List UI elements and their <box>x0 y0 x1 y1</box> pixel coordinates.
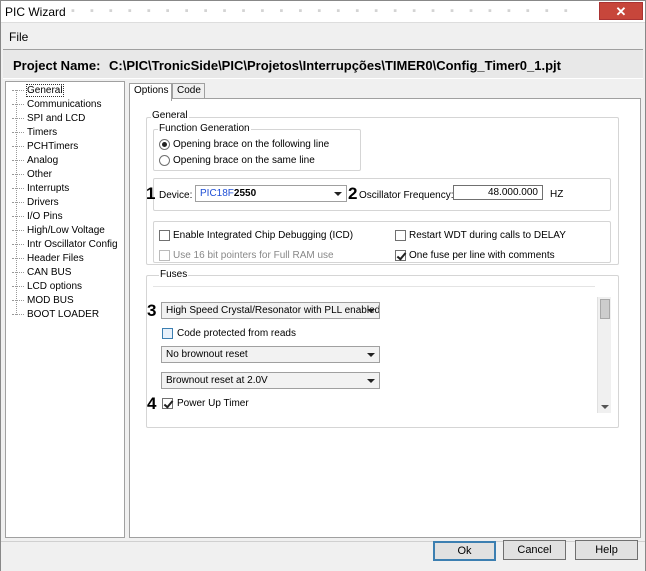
window-title: PIC Wizard <box>5 5 66 19</box>
oscillator-frequency-input[interactable]: 48.000.000 <box>453 185 543 200</box>
chevron-down-icon <box>367 379 375 383</box>
cancel-button[interactable]: Cancel <box>503 540 566 560</box>
project-path: C:\PIC\TronicSide\PIC\Projetos\Interrupç… <box>109 58 561 73</box>
ok-button[interactable]: Ok <box>433 541 496 561</box>
background-toolbar-ghost: ▪ ▪ ▪ ▪ ▪ ▪ ▪ ▪ ▪ ▪ ▪ ▪ ▪ ▪ ▪ ▪ ▪ ▪ ▪ ▪ … <box>71 5 571 17</box>
help-button[interactable]: Help <box>575 540 638 560</box>
function-generation-label: Function Generation <box>158 123 251 134</box>
device-label: Device: <box>159 190 193 201</box>
project-name-label: Project Name: <box>13 58 101 73</box>
tree-item-intr-oscillator-config[interactable]: Intr Oscillator Config <box>12 239 118 253</box>
tree-item-drivers[interactable]: Drivers <box>12 197 59 211</box>
tree-item-other[interactable]: Other <box>12 169 52 183</box>
scroll-thumb[interactable] <box>600 299 610 319</box>
tree-item-mod-bus[interactable]: MOD BUS <box>12 295 74 309</box>
tab-options[interactable]: Options <box>129 83 172 101</box>
tab-code[interactable]: Code <box>172 83 205 99</box>
tree-item-high-low-voltage[interactable]: High/Low Voltage <box>12 225 105 239</box>
close-button[interactable]: ✕ <box>599 2 643 20</box>
tree-item-spi-lcd[interactable]: SPI and LCD <box>12 113 85 127</box>
restart-wdt-checkbox[interactable] <box>395 230 406 241</box>
icd-checkbox-label: Enable Integrated Chip Debugging (ICD) <box>173 230 354 241</box>
radio-brace-same-line-label: Opening brace on the same line <box>173 155 315 166</box>
tree-item-general[interactable]: General <box>12 84 64 99</box>
marker-4: 4 <box>147 394 157 413</box>
tree-item-boot-loader[interactable]: BOOT LOADER <box>12 309 99 323</box>
brownout-select[interactable]: No brownout reset <box>161 346 380 363</box>
tree-item-analog[interactable]: Analog <box>12 155 58 169</box>
chevron-down-icon <box>334 192 342 196</box>
menu-bar: File <box>1 23 645 47</box>
tree-item-header-files[interactable]: Header Files <box>12 253 84 267</box>
tree-item-interrupts[interactable]: Interrupts <box>12 183 69 197</box>
project-name-bar: Project Name: C:\PIC\TronicSide\PIC\Proj… <box>3 49 643 79</box>
oscillator-unit: HZ <box>550 189 564 200</box>
oscillator-frequency-label: Oscillator Frequency: <box>359 190 454 201</box>
tree-item-can-bus[interactable]: CAN BUS <box>12 267 71 281</box>
chevron-down-icon <box>367 309 375 313</box>
code-protected-checkbox[interactable] <box>162 328 173 339</box>
one-fuse-checkbox-label: One fuse per line with comments <box>409 250 555 261</box>
marker-2: 2 <box>348 184 358 203</box>
close-icon: ✕ <box>615 4 627 19</box>
code-protected-label: Code protected from reads <box>177 328 296 339</box>
device-select[interactable]: PIC18F2550 <box>195 185 347 202</box>
power-up-timer-checkbox[interactable] <box>162 398 173 409</box>
marker-3: 3 <box>147 301 157 320</box>
pointers16-checkbox-label: Use 16 bit pointers for Full RAM use <box>173 250 334 261</box>
fuses-scrollbar[interactable] <box>597 297 611 413</box>
pic-wizard-window: PIC Wizard ▪ ▪ ▪ ▪ ▪ ▪ ▪ ▪ ▪ ▪ ▪ ▪ ▪ ▪ ▪… <box>0 0 646 571</box>
icd-checkbox[interactable] <box>159 230 170 241</box>
scroll-down-icon[interactable] <box>601 405 609 409</box>
fuses-divider <box>153 286 595 287</box>
title-bar: PIC Wizard ▪ ▪ ▪ ▪ ▪ ▪ ▪ ▪ ▪ ▪ ▪ ▪ ▪ ▪ ▪… <box>1 1 645 23</box>
power-up-timer-label: Power Up Timer <box>177 398 249 409</box>
chevron-down-icon <box>367 353 375 357</box>
radio-brace-following-line-label: Opening brace on the following line <box>173 139 330 150</box>
tree-item-pchtimers[interactable]: PCHTimers <box>12 141 78 155</box>
category-tree: General Communications SPI and LCD Timer… <box>5 81 125 538</box>
tree-item-timers[interactable]: Timers <box>12 127 57 141</box>
menu-file[interactable]: File <box>9 30 28 44</box>
restart-wdt-checkbox-label: Restart WDT during calls to DELAY <box>409 230 566 241</box>
fuses-group-label: Fuses <box>159 269 189 280</box>
marker-1: 1 <box>146 184 156 203</box>
tree-item-io-pins[interactable]: I/O Pins <box>12 211 63 225</box>
general-group-label: General <box>151 110 189 121</box>
tree-item-lcd-options[interactable]: LCD options <box>12 281 82 295</box>
brownout-level-select[interactable]: Brownout reset at 2.0V <box>161 372 380 389</box>
tree-item-communications[interactable]: Communications <box>12 99 101 113</box>
radio-brace-following-line[interactable] <box>159 139 170 150</box>
one-fuse-checkbox[interactable] <box>395 250 406 261</box>
pointers16-checkbox[interactable] <box>159 250 170 261</box>
radio-brace-same-line[interactable] <box>159 155 170 166</box>
fuse-oscillator-select[interactable]: High Speed Crystal/Resonator with PLL en… <box>161 302 380 319</box>
